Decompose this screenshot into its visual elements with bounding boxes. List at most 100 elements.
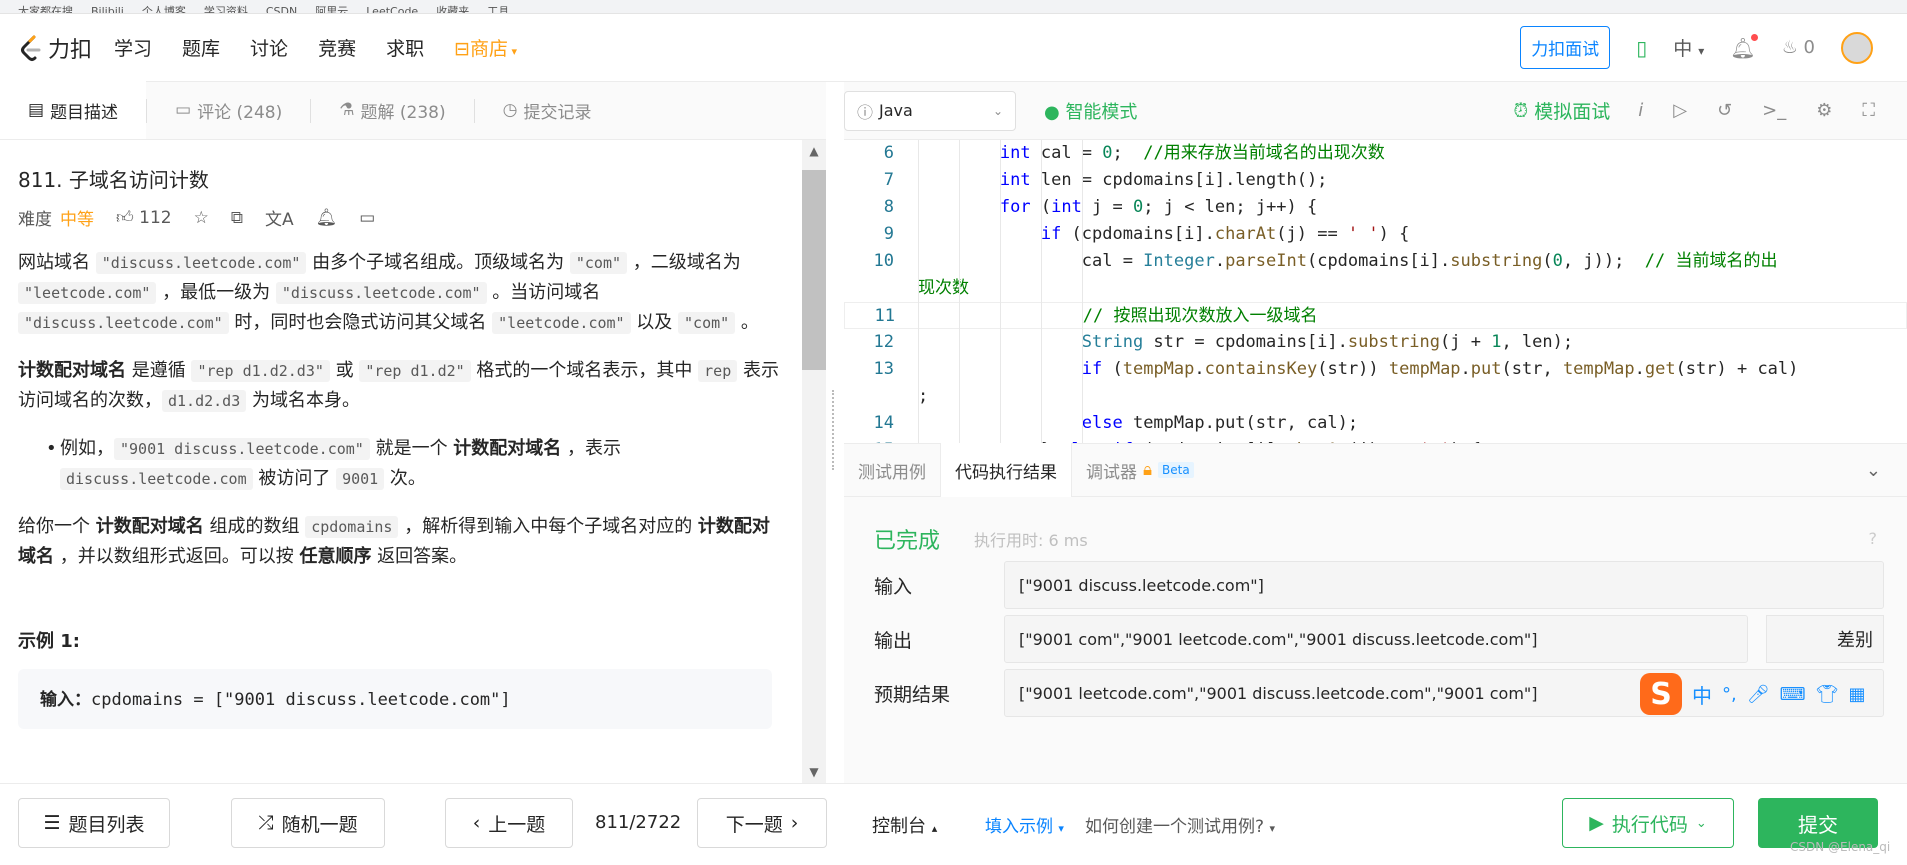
leetcode-interview-button[interactable]: 力扣面试 — [1520, 26, 1611, 69]
code-line[interactable]: 6 int cal = 0; //用来存放当前域名的出现次数 — [844, 140, 1907, 167]
code-line[interactable]: 10 cal = Integer.parseInt(cpdomains[i].s… — [844, 248, 1907, 275]
inline-code: 9001 — [336, 468, 385, 490]
input-row: 输入 ["9001 discuss.leetcode.com"] — [874, 561, 1884, 609]
scroll-down-icon[interactable]: ▼ — [802, 765, 826, 779]
console-toggle[interactable]: 控制台 ▴ — [872, 812, 937, 838]
reset-icon[interactable]: ↺ — [1717, 100, 1732, 121]
grid-icon[interactable]: ▦ — [1848, 684, 1865, 705]
problem-list-button[interactable]: ☰ 题目列表 — [18, 798, 170, 848]
microphone-icon[interactable]: 🎤︎ — [1747, 684, 1770, 705]
share-icon[interactable]: ⧉ — [231, 208, 243, 228]
tab-submissions[interactable]: ◷ 提交记录 — [475, 81, 620, 139]
fullscreen-icon[interactable]: ⛶ — [1862, 100, 1875, 121]
settings-icon[interactable]: ⚙ — [1816, 100, 1832, 121]
how-to-create-testcase[interactable]: 如何创建一个测试用例? ▾ — [1085, 812, 1275, 837]
text-segment: 次。 — [384, 468, 426, 489]
feedback-icon[interactable]: ▭ — [359, 208, 375, 228]
scrollbar-thumb[interactable] — [802, 170, 826, 370]
bold-text: 任意顺序 — [299, 546, 372, 567]
output-row: 输出 ["9001 com","9001 leetcode.com","9001 … — [874, 615, 1884, 663]
run-code-button[interactable]: ▶ 执行代码 ⌄ — [1562, 798, 1734, 848]
problem-meta: 难度 中等 👍︎ 112 ☆ ⧉ 文A 🔔︎ ▭ — [18, 205, 782, 231]
code-line[interactable]: 7 int len = cpdomains[i].length(); — [844, 167, 1907, 194]
output-value: ["9001 com","9001 leetcode.com","9001 di… — [1004, 615, 1748, 663]
tab-description[interactable]: ▤ 题目描述 — [0, 81, 147, 139]
collapse-icon[interactable]: ⌄ — [1866, 460, 1881, 481]
code-line[interactable]: 14 else tempMap.put(str, cal); — [844, 410, 1907, 437]
code-line[interactable]: 现次数 — [844, 275, 1907, 302]
like-button[interactable]: 👍︎ 112 — [116, 207, 172, 228]
mobile-icon[interactable]: ▯ — [1636, 36, 1647, 60]
diff-button[interactable]: 差别 — [1766, 615, 1884, 663]
input-value: ["9001 discuss.leetcode.com"] — [1004, 561, 1884, 609]
tab-comments-label: 评论 (248) — [197, 102, 283, 123]
ime-language[interactable]: 中 — [1692, 680, 1712, 709]
leetcode-logo[interactable]: 力扣 — [18, 32, 92, 64]
indent-guide — [959, 140, 960, 443]
tab-run-result[interactable]: 代码执行结果 — [940, 443, 1072, 497]
tab-testcase[interactable]: 测试用例 — [844, 443, 940, 497]
fill-example-button[interactable]: 填入示例 ▾ — [985, 812, 1064, 837]
nav-contest[interactable]: 竞赛 — [318, 34, 356, 61]
top-navigation: 力扣 学习 题库 讨论 竞赛 求职 ⊟商店 ▾ 力扣面试 ▯ 中 ▾ 🔔︎ ♨ … — [0, 14, 1907, 82]
next-problem-button[interactable]: 下一题 › — [697, 798, 827, 848]
panel-resizer[interactable] — [832, 390, 838, 470]
info-italic-icon[interactable]: i — [1638, 100, 1643, 121]
line-number: 11 — [874, 306, 895, 326]
chevron-down-icon: ▾ — [1698, 44, 1705, 58]
language-value: Java — [879, 101, 913, 120]
caret-up-icon: ▴ — [931, 822, 938, 835]
terminal-icon[interactable]: >_ — [1762, 100, 1786, 121]
indent-guide — [1082, 140, 1083, 443]
random-problem-button[interactable]: ⤮ 随机一题 — [231, 798, 385, 848]
language-switch[interactable]: 中 ▾ — [1673, 34, 1704, 61]
code-line[interactable]: 9 if (cpdomains[i].charAt(j) == ' ') { — [844, 221, 1907, 248]
code-line[interactable]: 13 if (tempMap.containsKey(str)) tempMap… — [844, 356, 1907, 383]
text-segment: 给你一个 — [18, 516, 96, 537]
code-line[interactable]: ; — [844, 383, 1907, 410]
prev-problem-button[interactable]: ‹ 上一题 — [445, 798, 573, 848]
language-select[interactable]: ⓘ Java ⌄ — [844, 90, 1016, 131]
keyboard-icon[interactable]: ⌨ — [1780, 684, 1806, 705]
bold-text: 计数配对域名 — [95, 516, 204, 537]
translate-icon[interactable]: 文A — [265, 205, 294, 230]
tab-debugger[interactable]: 调试器 🔒︎ Beta — [1072, 443, 1208, 497]
sogou-logo-icon[interactable]: S — [1640, 673, 1682, 715]
bell-icon[interactable]: 🔔︎ — [316, 208, 338, 228]
language-label: 中 — [1673, 38, 1693, 60]
nav-discuss[interactable]: 讨论 — [250, 34, 288, 61]
problem-panel: ▤ 题目描述 ▭ 评论 (248) ⚗ 题解 (238) ◷ 提交记录 811. 子域名… — [0, 81, 826, 783]
scroll-up-icon[interactable]: ▲ — [802, 144, 826, 158]
bell-icon[interactable]: 🔔︎ — [1730, 33, 1758, 60]
nav-problems[interactable]: 题库 — [182, 34, 220, 61]
avatar[interactable] — [1841, 31, 1873, 64]
nav-learn[interactable]: 学习 — [114, 34, 152, 61]
chevron-down-icon: ⌄ — [992, 103, 1003, 118]
code-editor[interactable]: 6 int cal = 0; //用来存放当前域名的出现次数 7 int len … — [844, 140, 1907, 443]
mock-interview-button[interactable]: ⏰︎ 模拟面试 — [1513, 97, 1610, 124]
help-icon[interactable]: ? — [1869, 529, 1878, 548]
code-line[interactable]: 8 for (int j = 0; j < len; j++) { — [844, 194, 1907, 221]
skin-icon[interactable]: 👕︎ — [1816, 684, 1839, 705]
play-icon[interactable]: ▷ — [1673, 100, 1687, 121]
code-line[interactable]: 12 String str = cpdomains[i].substring(j… — [844, 329, 1907, 356]
tab-submissions-label: 提交记录 — [523, 102, 592, 123]
description-scrollbar[interactable]: ▲ ▼ — [802, 140, 826, 783]
difficulty-label: 难度 — [18, 210, 52, 230]
text-segment: 由多个子域名组成。顶级域名为 — [306, 252, 570, 273]
points-counter[interactable]: ♨ 0 — [1782, 37, 1815, 58]
nav-store[interactable]: ⊟商店 ▾ — [454, 34, 517, 61]
example-input-label: 输入： — [40, 690, 91, 710]
tab-comments[interactable]: ▭ 评论 (248) — [147, 81, 310, 139]
nav-jobs[interactable]: 求职 — [386, 34, 424, 61]
inline-code: d1.d2.d3 — [162, 390, 247, 412]
tab-solutions[interactable]: ⚗ 题解 (238) — [311, 81, 473, 139]
code-line[interactable]: 11 // 按照出现次数放入一级域名 — [844, 302, 1907, 329]
bookmarks-bar: 大家都在搜 Bilibili 个人博客 学习资料 CSDN 阿里云 LeetCode 收藏夹工… — [0, 0, 1907, 14]
chevron-right-icon: › — [790, 812, 799, 834]
difficulty-badge: 中等 — [60, 210, 94, 230]
star-icon[interactable]: ☆ — [194, 208, 209, 228]
punctuation-icon[interactable]: °, — [1722, 684, 1737, 705]
code-text: for (int j = 0; j < len; j++) { — [999, 197, 1318, 217]
smart-mode-toggle[interactable]: ● 智能模式 — [1044, 98, 1137, 124]
